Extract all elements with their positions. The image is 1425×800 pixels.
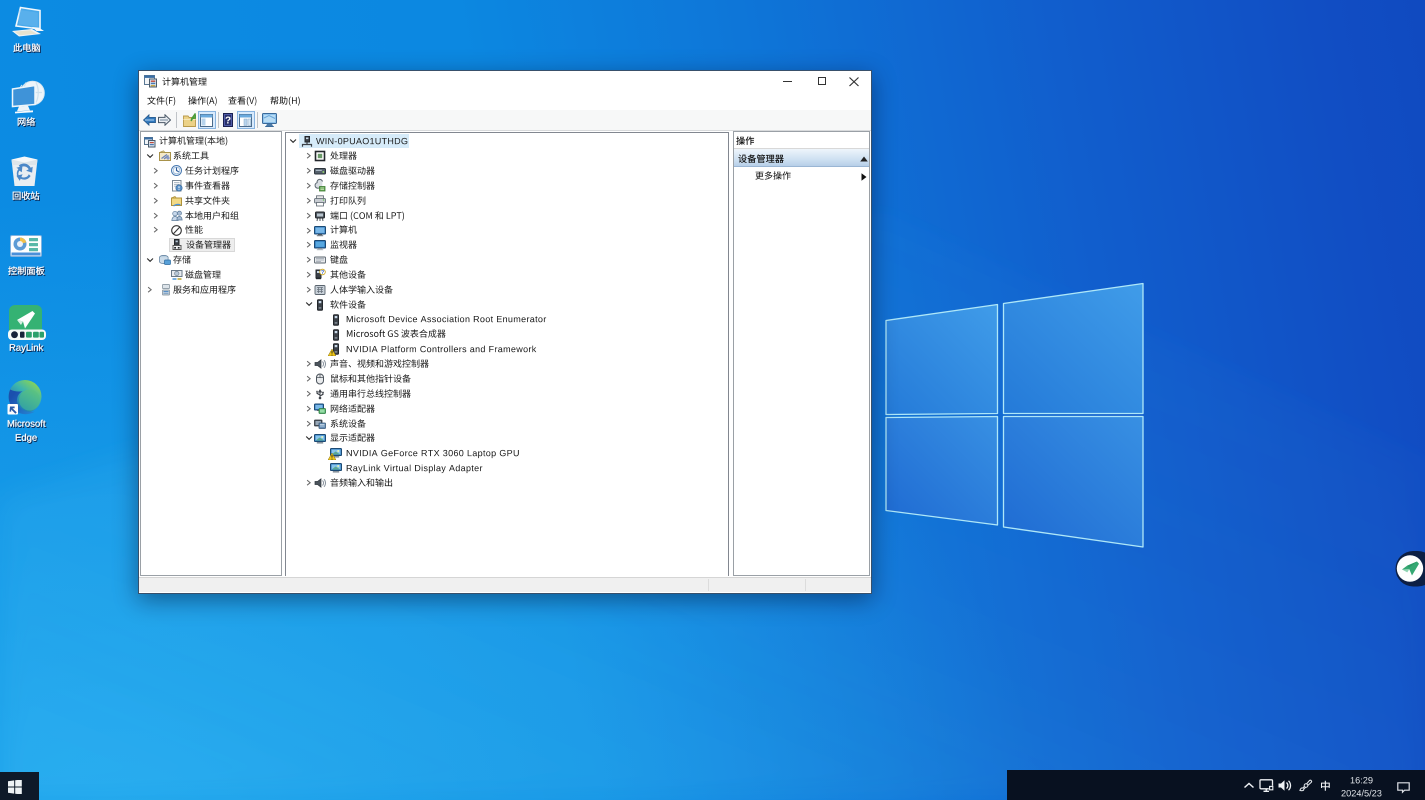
svg-text:?: ? — [225, 115, 231, 126]
